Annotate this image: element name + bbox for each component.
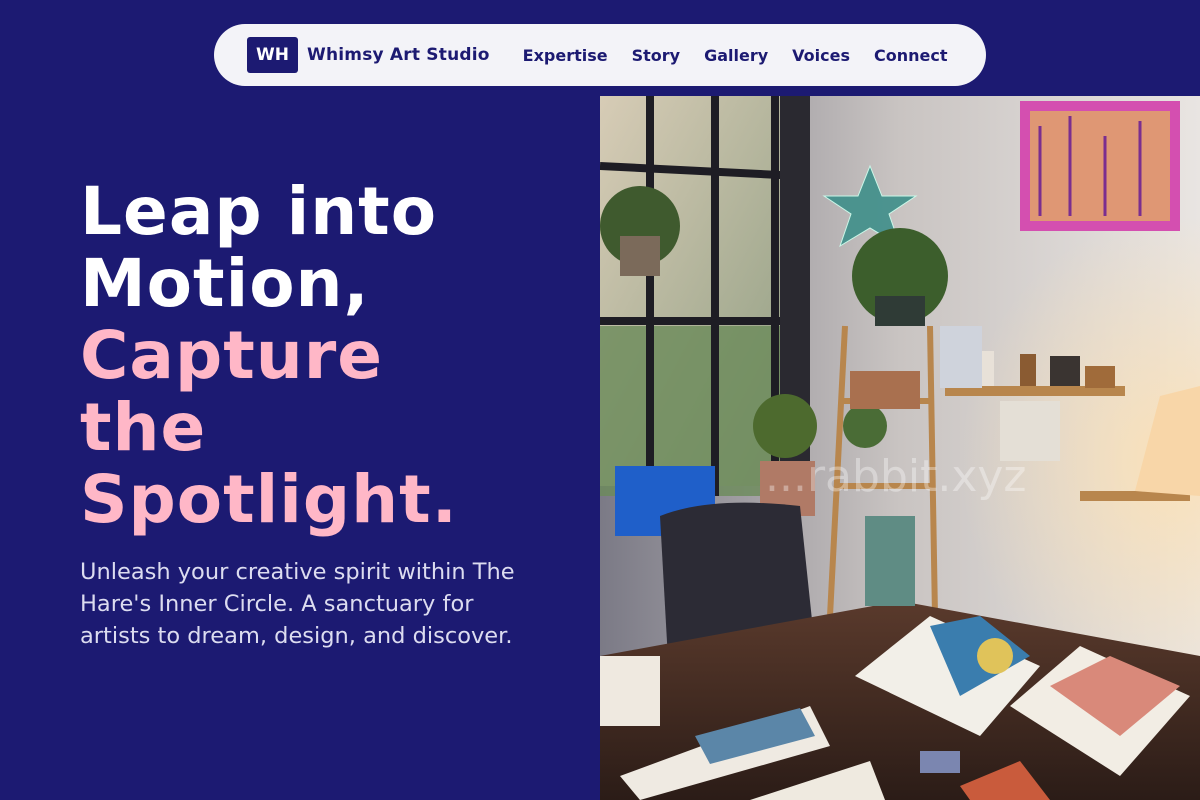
studio-photo: ...rabbit.xyz xyxy=(600,96,1200,800)
brand-name[interactable]: Whimsy Art Studio xyxy=(307,45,490,65)
nav-link-story[interactable]: Story xyxy=(632,46,680,65)
hero-subtitle: Unleash your creative spirit within The … xyxy=(80,559,515,649)
hero-headline: Leap into Motion, Capture the Spotlight. xyxy=(80,176,580,536)
headline-line-accent: Spotlight. xyxy=(80,461,458,538)
nav-link-gallery[interactable]: Gallery xyxy=(704,46,768,65)
nav-link-expertise[interactable]: Expertise xyxy=(523,46,608,65)
top-navigation: WH Whimsy Art Studio Expertise Story Gal… xyxy=(214,24,986,86)
nav-links: Expertise Story Gallery Voices Connect xyxy=(523,46,972,65)
headline-line-accent: Capture xyxy=(80,317,384,394)
headline-line: Motion, xyxy=(80,245,370,322)
nav-link-voices[interactable]: Voices xyxy=(792,46,850,65)
photo-watermark: ...rabbit.xyz xyxy=(765,451,1027,502)
logo-badge[interactable]: WH xyxy=(247,37,298,73)
nav-link-connect[interactable]: Connect xyxy=(874,46,948,65)
headline-line-accent: the xyxy=(80,389,207,466)
hero-section: Leap into Motion, Capture the Spotlight.… xyxy=(80,176,580,652)
headline-line: Leap into xyxy=(80,173,438,250)
studio-illustration xyxy=(600,96,1200,800)
